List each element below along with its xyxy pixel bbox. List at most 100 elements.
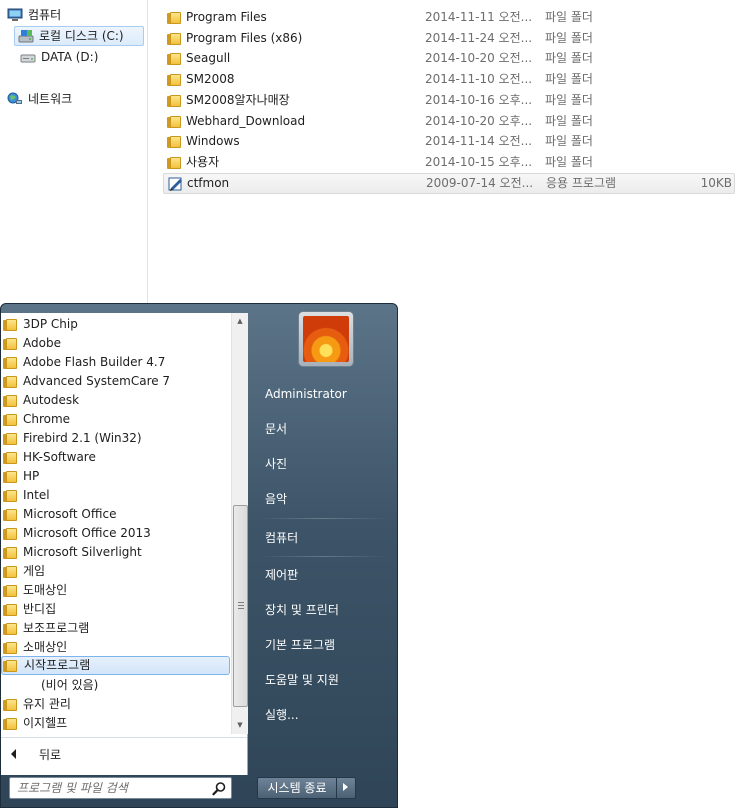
- file-row[interactable]: Windows 2014-11-14 오전... 파일 폴더: [163, 131, 733, 152]
- file-row[interactable]: 사용자 2014-10-15 오후... 파일 폴더: [163, 152, 733, 173]
- file-row[interactable]: Program Files (x86) 2014-11-24 오전... 파일 …: [163, 28, 733, 49]
- folder-icon: [3, 546, 17, 559]
- program-folder-startup[interactable]: 시작프로그램: [1, 656, 230, 675]
- program-folder-advanced-systemcare[interactable]: Advanced SystemCare 7: [1, 372, 230, 391]
- separator: [259, 556, 387, 557]
- search-icon[interactable]: [212, 781, 227, 796]
- file-row[interactable]: Program Files 2014-11-11 오전... 파일 폴더: [163, 7, 733, 28]
- folder-icon: [3, 622, 17, 635]
- program-folder-bandizip[interactable]: 반디집: [1, 600, 230, 619]
- file-row-selected[interactable]: ctfmon 2009-07-14 오전... 응용 프로그램 10KB: [163, 173, 735, 194]
- file-date: 2014-11-11 오전...: [425, 10, 533, 24]
- file-type: 응용 프로그램: [546, 176, 617, 190]
- nav-item-data-drive[interactable]: DATA (D:): [20, 47, 98, 67]
- file-name: Program Files: [186, 10, 267, 24]
- file-type: 파일 폴더: [545, 51, 593, 65]
- file-type: 파일 폴더: [545, 93, 593, 107]
- program-folder-adobe[interactable]: Adobe: [1, 334, 230, 353]
- program-folder-microsoft-office-2013[interactable]: Microsoft Office 2013: [1, 524, 230, 543]
- start-item-help-support[interactable]: 도움말 및 지원: [265, 670, 339, 690]
- file-name: Windows: [186, 134, 240, 148]
- folder-icon: [3, 641, 17, 654]
- program-folder-microsoft-office[interactable]: Microsoft Office: [1, 505, 230, 524]
- program-folder-retail[interactable]: 소매상인: [1, 638, 230, 657]
- program-folder-adobe-flash-builder[interactable]: Adobe Flash Builder 4.7: [1, 353, 230, 372]
- scrollbar-thumb[interactable]: [233, 505, 248, 707]
- start-item-documents[interactable]: 문서: [265, 419, 287, 439]
- folder-icon: [3, 337, 17, 350]
- file-date: 2009-07-14 오전...: [426, 176, 534, 190]
- file-row[interactable]: Webhard_Download 2014-10-20 오후... 파일 폴더: [163, 111, 733, 132]
- user-picture[interactable]: [298, 311, 354, 367]
- file-row[interactable]: SM2008 2014-11-10 오전... 파일 폴더: [163, 69, 733, 90]
- drive-icon: [20, 49, 36, 65]
- start-item-pictures[interactable]: 사진: [265, 454, 287, 474]
- folder-icon: [3, 451, 17, 464]
- file-row[interactable]: Seagull 2014-10-20 오전... 파일 폴더: [163, 48, 733, 69]
- file-name: SM2008알자나매장: [186, 93, 290, 107]
- program-folder-wholesale[interactable]: 도매상인: [1, 581, 230, 600]
- start-item-control-panel[interactable]: 제어판: [265, 565, 298, 585]
- back-button[interactable]: 뒤로: [1, 737, 247, 771]
- program-folder-autodesk[interactable]: Autodesk: [1, 391, 230, 410]
- back-label: 뒤로: [39, 748, 62, 762]
- nav-item-network[interactable]: 네트워크: [7, 89, 72, 109]
- folder-icon: [3, 527, 17, 540]
- program-folder-microsoft-silverlight[interactable]: Microsoft Silverlight: [1, 543, 230, 562]
- file-date: 2014-10-20 오전...: [425, 51, 533, 65]
- folder-icon: [3, 413, 17, 426]
- file-type: 파일 폴더: [545, 155, 593, 169]
- start-user-name[interactable]: Administrator: [265, 384, 347, 404]
- file-name: Seagull: [186, 51, 231, 65]
- program-folder-chrome[interactable]: Chrome: [1, 410, 230, 429]
- start-item-computer[interactable]: 컴퓨터: [265, 528, 298, 548]
- program-folder-games[interactable]: 게임: [1, 562, 230, 581]
- scroll-down-arrow-icon[interactable]: ▼: [232, 717, 248, 734]
- folder-icon: [167, 10, 183, 24]
- file-date: 2014-10-20 오후...: [425, 114, 533, 128]
- folder-icon: [3, 698, 17, 711]
- nav-item-label: 컴퓨터: [28, 8, 62, 22]
- shutdown-button[interactable]: 시스템 종료: [257, 777, 337, 799]
- folder-icon: [3, 356, 17, 369]
- nav-item-label: 로컬 디스크 (C:): [39, 29, 124, 43]
- program-folder-firebird[interactable]: Firebird 2.1 (Win32): [1, 429, 230, 448]
- programs-scrollbar[interactable]: ▲ ▼: [231, 313, 248, 734]
- nav-item-label: 네트워크: [28, 92, 73, 106]
- flower-avatar-icon: [303, 316, 349, 362]
- file-type: 파일 폴더: [545, 114, 593, 128]
- chevron-right-icon: [343, 783, 348, 791]
- start-item-default-programs[interactable]: 기본 프로그램: [265, 635, 335, 655]
- folder-icon: [167, 51, 183, 65]
- search-input[interactable]: [10, 778, 211, 798]
- start-item-music[interactable]: 음악: [265, 489, 287, 509]
- folder-icon: [3, 375, 17, 388]
- file-row[interactable]: SM2008알자나매장 2014-10-16 오후... 파일 폴더: [163, 90, 733, 111]
- network-icon: [7, 91, 23, 107]
- folder-icon: [167, 114, 183, 128]
- program-folder-accessories[interactable]: 보조프로그램: [1, 619, 230, 638]
- shutdown-group: 시스템 종료: [257, 777, 356, 799]
- nav-item-local-disk[interactable]: 로컬 디스크 (C:): [14, 26, 144, 46]
- scroll-up-arrow-icon[interactable]: ▲: [232, 313, 248, 330]
- search-box[interactable]: [9, 777, 232, 799]
- grip-icon: [238, 602, 244, 609]
- folder-icon: [3, 432, 17, 445]
- start-item-devices-printers[interactable]: 장치 및 프린터: [265, 600, 339, 620]
- program-folder-hk-software[interactable]: HK-Software: [1, 448, 230, 467]
- file-size: 10KB: [700, 176, 732, 190]
- program-folder-intel[interactable]: Intel: [1, 486, 230, 505]
- start-item-run[interactable]: 실행...: [265, 705, 299, 725]
- program-folder-3dp-chip[interactable]: 3DP Chip: [1, 315, 230, 334]
- nav-item-computer[interactable]: 컴퓨터: [7, 5, 61, 25]
- program-folder-hp[interactable]: HP: [1, 467, 230, 486]
- shutdown-options-button[interactable]: [336, 777, 356, 799]
- program-folder-maintenance[interactable]: 유지 관리: [1, 695, 230, 714]
- file-type: 파일 폴더: [545, 72, 593, 86]
- folder-icon: [3, 565, 17, 578]
- file-name: 사용자: [186, 155, 220, 169]
- program-folder-easyhelp[interactable]: 이지헬프: [1, 714, 230, 733]
- folder-icon: [3, 394, 17, 407]
- file-name: SM2008: [186, 72, 235, 86]
- folder-icon: [167, 155, 183, 169]
